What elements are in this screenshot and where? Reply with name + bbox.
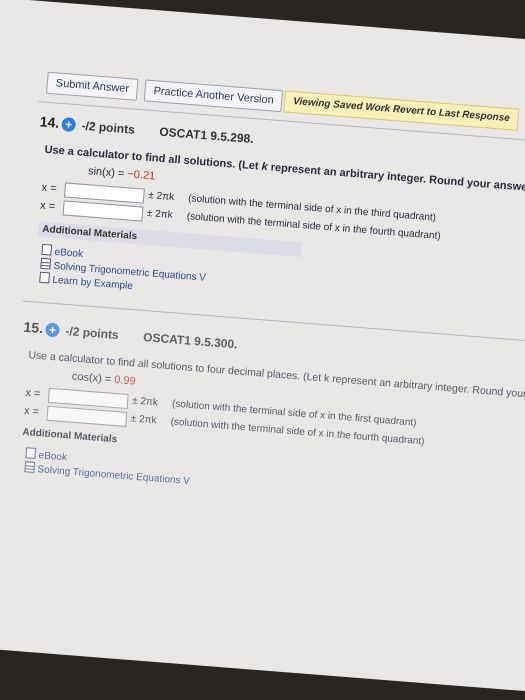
resource-solving-trig[interactable]: Solving Trigonometric Equations V [24,461,190,487]
webassign-page: Submit Answer Practice Another Version V… [0,0,525,693]
question-code: OSCAT1 9.5.298. [158,124,255,147]
question-number: 15. [23,318,44,337]
plus-minus-2pik: ± 2πk [131,395,159,409]
question-code: OSCAT1 9.5.300. [142,330,238,352]
document-icon [41,243,53,256]
plus-minus-2pik: ± 2πk [130,413,157,427]
saved-work-notice[interactable]: Viewing Saved Work Revert to Last Respon… [283,90,520,131]
plus-circle-icon[interactable]: + [61,116,77,133]
equation: cos(x) = 0.99 [71,370,137,388]
question-number: 14. [39,113,60,131]
document-icon [39,271,51,284]
practice-another-version-button[interactable]: Practice Another Version [143,79,284,113]
plus-minus-2pik: ± 2πk [146,207,174,221]
question-points: -/2 points [81,118,136,137]
answer-input-fourth-quadrant[interactable] [62,200,144,222]
additional-materials-header: Additional Materials [21,426,118,446]
x-label: x = [39,199,56,213]
answer-input-fourth-quadrant[interactable] [46,405,128,427]
document-icon [25,447,37,459]
x-label: x = [23,404,40,419]
submit-answer-button[interactable]: Submit Answer [46,71,139,101]
question-points: -/2 points [64,323,120,343]
equation: sin(x) = −0.21 [87,165,156,183]
table-icon [40,257,52,270]
plus-circle-icon[interactable]: + [44,322,61,338]
plus-minus-2pik: ± 2πk [147,190,175,203]
x-label: x = [25,386,41,401]
table-icon [24,461,36,473]
x-label: x = [41,181,58,195]
